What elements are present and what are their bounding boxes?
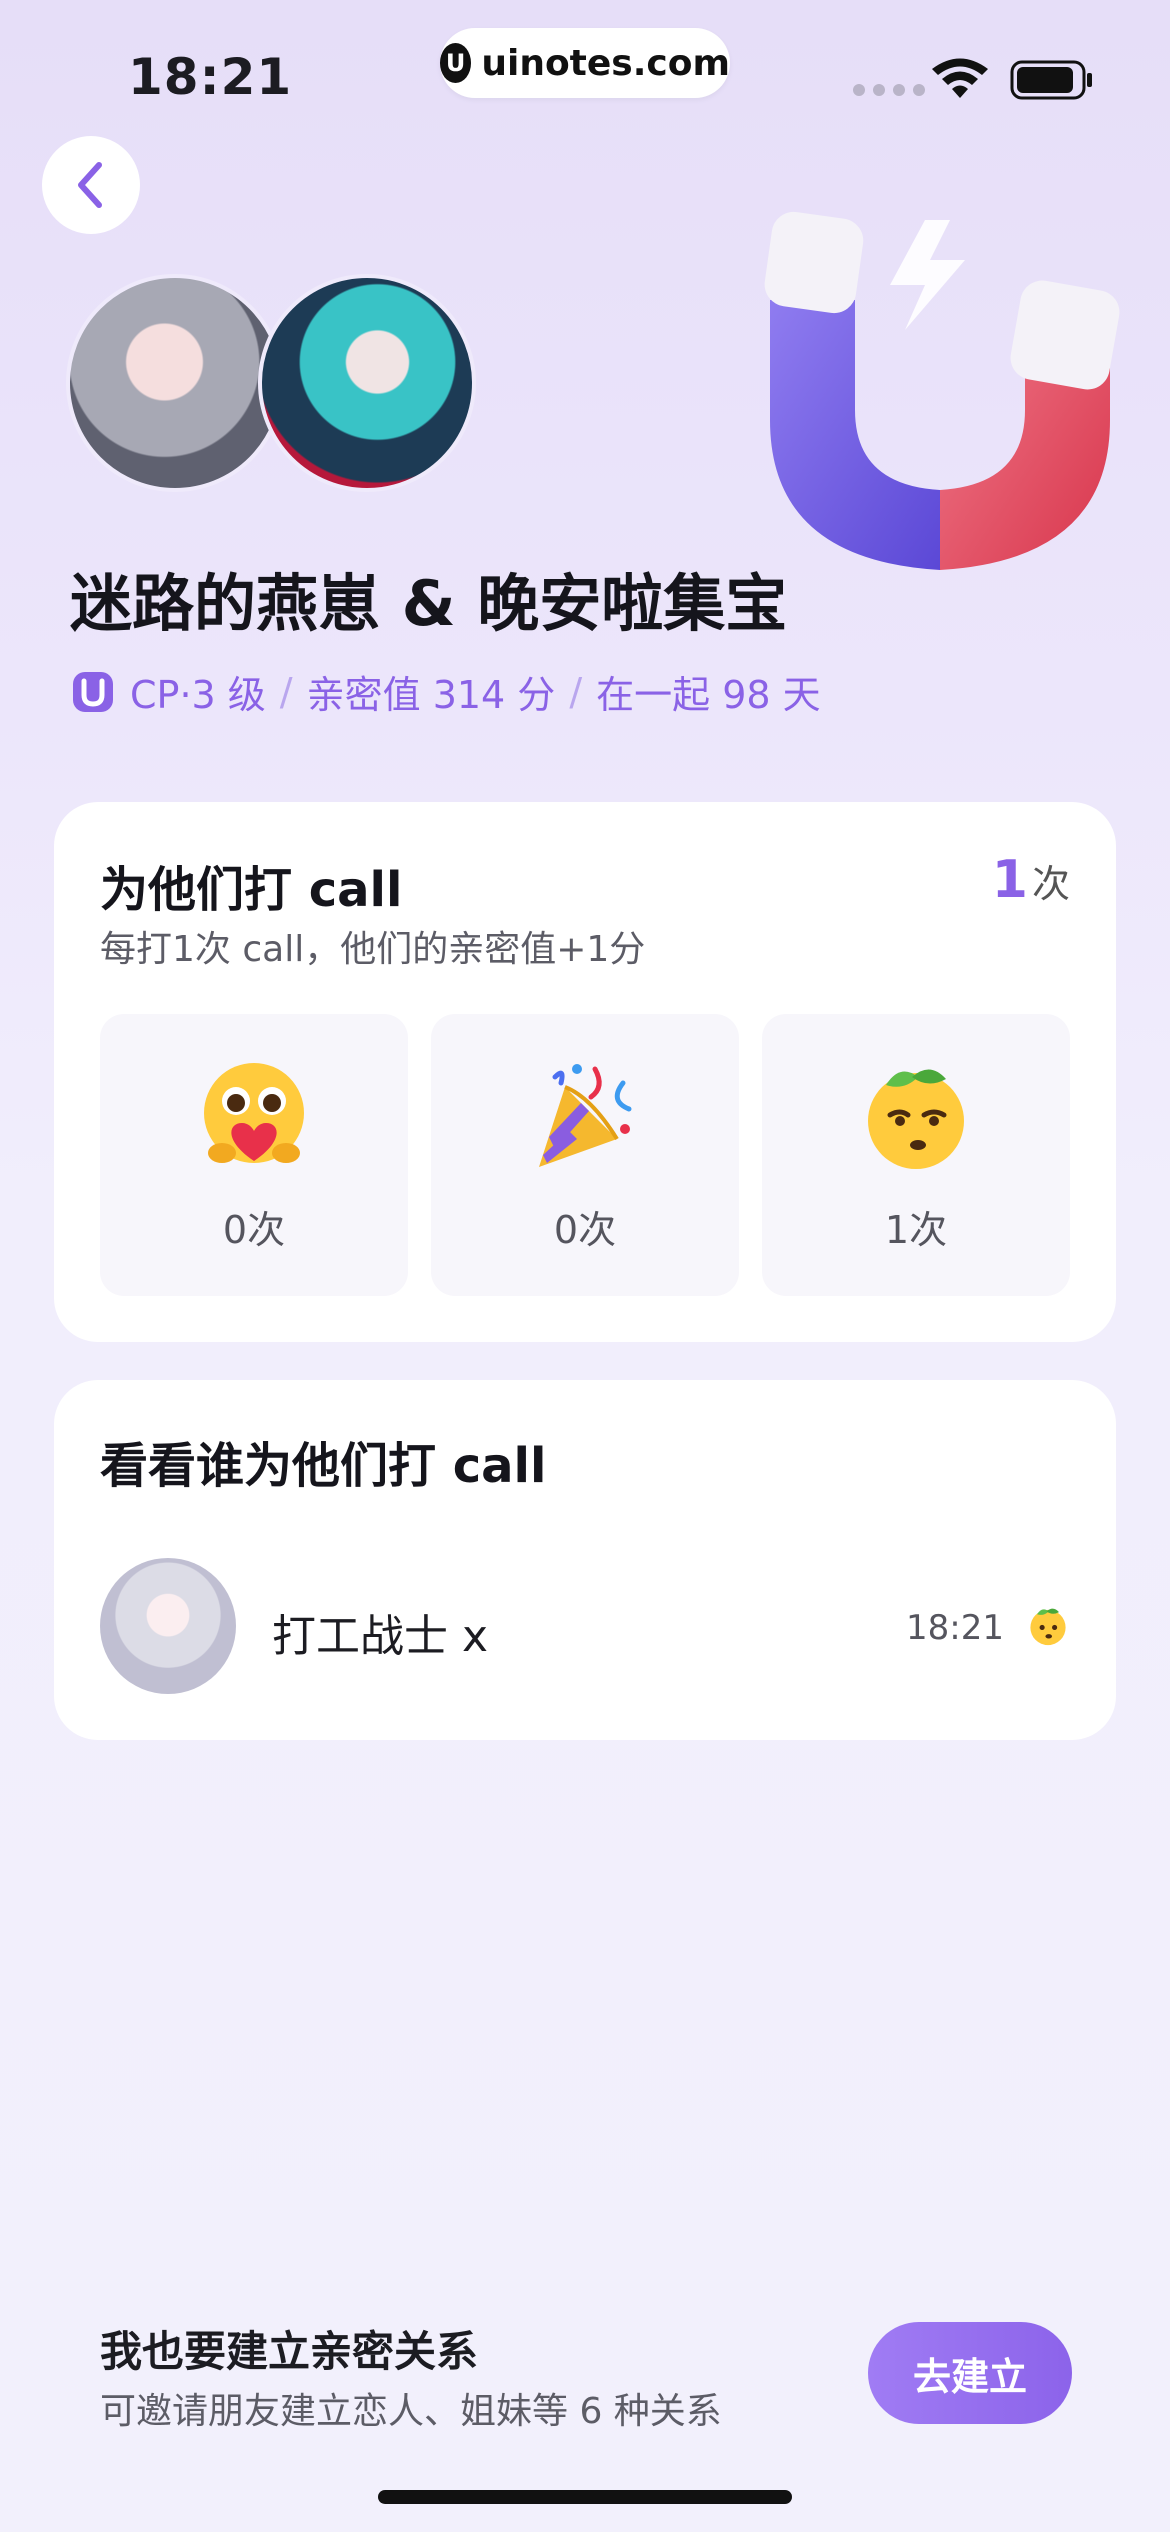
avatar-user-1[interactable] (66, 274, 284, 492)
cheer-option-party[interactable]: 0次 (431, 1014, 739, 1296)
lemon-face-icon (868, 1068, 964, 1169)
couple-title: 迷路的燕崽 & 晚安啦集宝 (70, 567, 788, 640)
cheer-option-hug[interactable]: 0次 (100, 1014, 408, 1296)
wifi-icon (932, 58, 988, 98)
cp-separator: / (279, 669, 293, 714)
cheer-option-count: 0次 (222, 1207, 286, 1252)
cheer-card-title: 为他们打 call (100, 862, 403, 918)
cellular-signal-icon (853, 84, 925, 96)
watermark-badge: U uinotes.com (440, 28, 730, 98)
bottom-title: 我也要建立亲密关系 (100, 2327, 479, 2376)
bottom-subtitle: 可邀请朋友建立恋人、姐妹等 6 种关系 (100, 2391, 722, 2432)
home-indicator (378, 2490, 792, 2504)
cp-level: CP·3 级 (130, 673, 266, 717)
create-relationship-button[interactable]: 去建立 (868, 2322, 1072, 2424)
party-popper-icon (539, 1063, 632, 1167)
cp-days: 在一起 98 天 (596, 673, 821, 717)
back-button[interactable] (42, 136, 140, 234)
cheer-card: 为他们打 call 1 次 每打1次 call，他们的亲密值+1分 0次 0次 (54, 802, 1116, 1342)
user-name: 打工战士 x (272, 1611, 489, 1662)
watermark-text: uinotes.com (481, 42, 730, 84)
avatar[interactable] (100, 1558, 236, 1694)
chevron-left-icon (78, 162, 102, 208)
cheer-option-count: 0次 (553, 1207, 617, 1252)
status-time: 18:21 (128, 48, 293, 106)
cheer-option-lemon[interactable]: 1次 (762, 1014, 1070, 1296)
magnet-illustration (764, 211, 1120, 570)
cheer-count-unit: 次 (1031, 862, 1070, 906)
magnet-badge-icon (73, 671, 113, 712)
lemon-face-icon (1030, 1608, 1066, 1646)
who-cheered-title: 看看谁为他们打 call (100, 1438, 547, 1494)
hug-face-icon (204, 1062, 304, 1163)
who-cheered-card: 看看谁为他们打 call 打工战士 x 18:21 (54, 1380, 1116, 1740)
cheer-count: 1 次 (992, 850, 1070, 910)
list-item[interactable]: 打工战士 x 18:21 (100, 1558, 1070, 1698)
cheer-count-value: 1 (991, 850, 1028, 910)
cp-separator: / (569, 669, 583, 714)
battery-icon (1010, 60, 1092, 100)
cheer-card-subtitle: 每打1次 call，他们的亲密值+1分 (100, 929, 646, 970)
avatar-user-2[interactable] (258, 274, 476, 492)
cp-info: CP·3 级 / 亲密值 314 分 / 在一起 98 天 (70, 664, 821, 719)
cheer-option-count: 1次 (884, 1207, 948, 1252)
watermark-logo-icon: U (440, 43, 472, 83)
cheer-time: 18:21 (906, 1608, 1004, 1648)
cp-intimacy: 亲密值 314 分 (306, 673, 556, 717)
